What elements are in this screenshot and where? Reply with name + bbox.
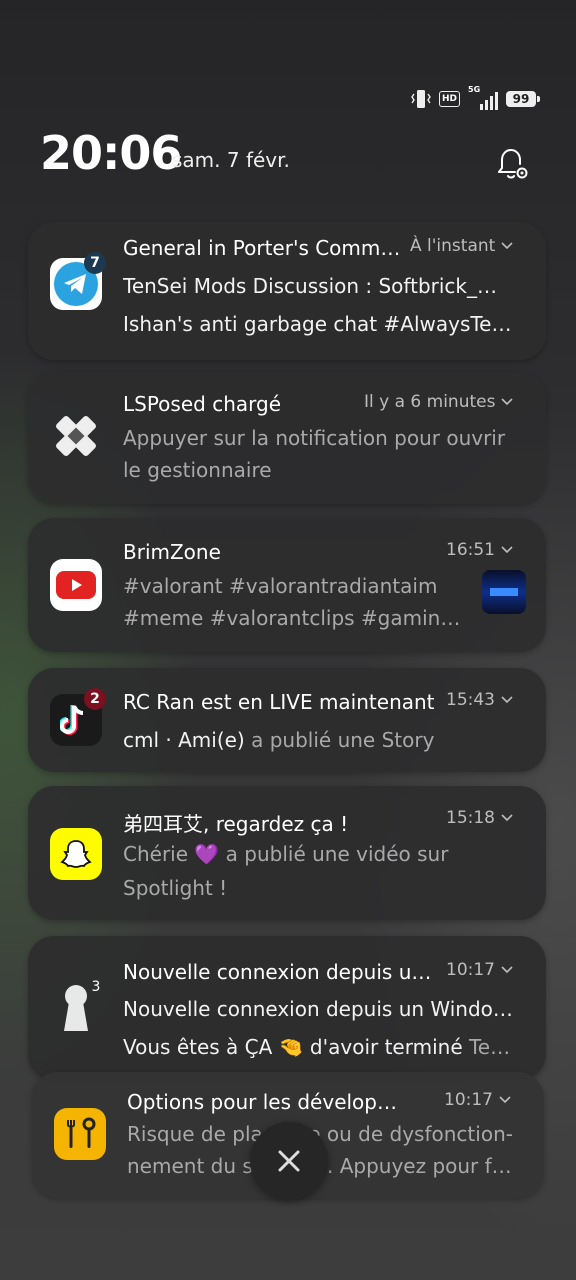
chevron-down-icon[interactable] (501, 814, 513, 822)
status-bar: HD 5G 99 (411, 85, 540, 110)
notification-time: 15:18 (446, 808, 513, 828)
notification-line: Chérie 💜 a publié une vidéo sur (123, 842, 449, 866)
notification-title: RC Ran est en LIVE maintenant (123, 690, 435, 714)
notification-line: Vous êtes à ÇA 🤏 d'avoir terminé Te… (123, 1035, 511, 1059)
notification-time: 10:17 (446, 960, 513, 980)
notification-line: Ishan's anti garbage chat #AlwaysTe… (123, 312, 512, 336)
lsposed-icon (50, 410, 102, 462)
notification-telegram[interactable]: 7 General in Porter's Comm… À l'instant … (28, 222, 546, 360)
notification-time: 16:51 (446, 540, 513, 560)
chevron-down-icon[interactable] (499, 1096, 511, 1104)
notification-badge: 7 (84, 252, 106, 274)
notification-title: General in Porter's Comm… (123, 236, 401, 260)
chevron-down-icon[interactable] (501, 696, 513, 704)
notification-line: Appuyer sur la notification pour ouvrir (123, 426, 506, 450)
notification-youtube[interactable]: BrimZone 16:51 #valorant #valorantradian… (28, 518, 546, 652)
clock: 20:06 (40, 126, 182, 180)
chevron-down-icon[interactable] (501, 242, 513, 250)
notification-time: À l'instant (410, 236, 513, 256)
notification-time: Il y a 6 minutes (364, 392, 514, 412)
video-thumbnail (482, 570, 526, 614)
notification-line: Risque de plantage ou de dysfonction- (127, 1122, 513, 1146)
chevron-down-icon[interactable] (501, 546, 513, 554)
notification-line: le gestionnaire (123, 458, 272, 482)
notification-lsposed[interactable]: LSPosed chargé Il y a 6 minutes Appuyer … (28, 372, 546, 504)
notification-settings-icon[interactable] (493, 144, 531, 182)
notification-line: #valorant #valorantradiantaim (123, 574, 438, 598)
notification-badge: 2 (84, 688, 106, 710)
notification-title: Nouvelle connexion depuis u… (123, 960, 432, 984)
snapchat-icon (50, 828, 102, 880)
battery-icon: 99 (506, 91, 540, 107)
notification-title: BrimZone (123, 540, 221, 564)
hd-icon: HD (438, 91, 460, 107)
signal-5g-icon: 5G (468, 85, 498, 110)
notification-tiktok[interactable]: 2 RC Ran est en LIVE maintenant 15:43 cm… (28, 668, 546, 772)
chevron-down-icon[interactable] (501, 966, 513, 974)
notification-line: cml · Ami(e) a publié une Story (123, 728, 435, 752)
notification-time: 15:43 (446, 690, 513, 710)
vibrate-icon (411, 90, 431, 108)
notification-line: #meme #valorantclips #gaming … (123, 606, 473, 630)
youtube-icon (50, 559, 102, 611)
notification-line: TenSei Mods Discussion : Softbrick_… (123, 274, 498, 298)
close-icon (278, 1150, 300, 1172)
notification-title: 弟四耳艾, regardez ça ! (123, 812, 349, 836)
notification-security[interactable]: 3 Nouvelle connexion depuis u… 10:17 Nou… (28, 936, 546, 1080)
chevron-down-icon[interactable] (501, 398, 514, 406)
notification-title: Options pour les dévelop… (127, 1090, 397, 1114)
date: sam. 7 févr. (172, 148, 290, 172)
notification-snapchat[interactable]: 弟四耳艾, regardez ça ! 15:18 Chérie 💜 a pub… (28, 786, 546, 920)
notification-badge: 3 (91, 979, 101, 995)
tools-icon (54, 1108, 106, 1160)
clear-all-button[interactable] (250, 1122, 328, 1200)
notification-title: LSPosed chargé (123, 392, 281, 416)
notification-time: 10:17 (444, 1090, 511, 1110)
notification-line: Nouvelle connexion depuis un Windo… (123, 997, 513, 1021)
notification-line: Spotlight ! (123, 876, 228, 900)
